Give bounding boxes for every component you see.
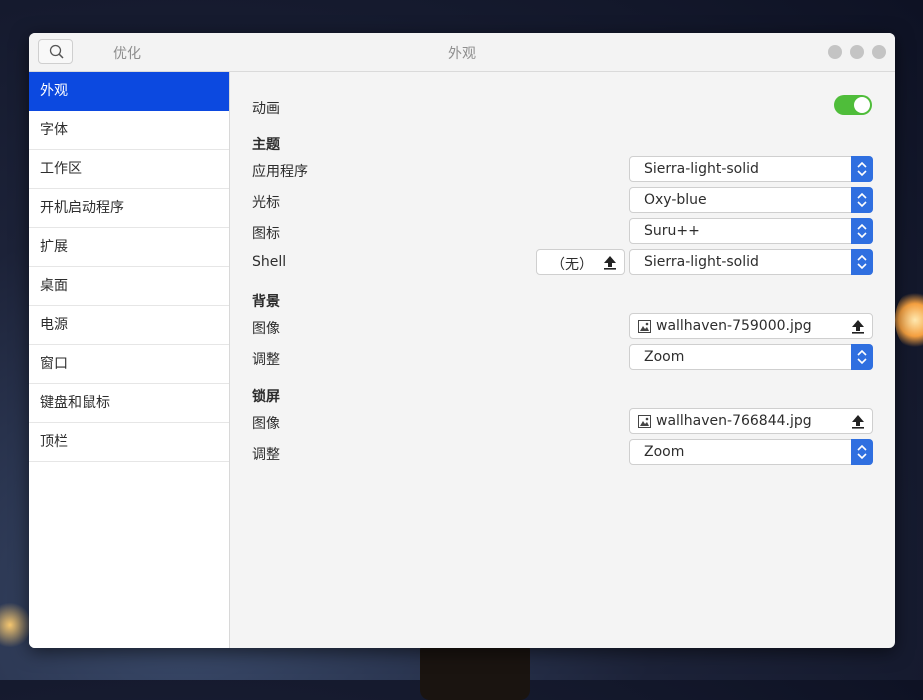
- lockscreen-adjust-select[interactable]: Zoom: [629, 439, 873, 465]
- animation-label: 动画: [252, 101, 280, 117]
- cursor-theme-select[interactable]: Oxy-blue: [629, 187, 873, 213]
- up-down-chevron-icon: [857, 254, 867, 270]
- shell-theme-select[interactable]: Sierra-light-solid: [629, 249, 873, 275]
- icons-theme-label: 图标: [252, 226, 280, 242]
- cursor-theme-value: Oxy-blue: [644, 192, 707, 208]
- window-title: 外观: [448, 46, 476, 62]
- appearance-panel: 动画 主题 应用程序 Sierra-light-solid 光标 Oxy-blu…: [230, 72, 895, 648]
- wallpaper-figure: [420, 640, 530, 700]
- shell-theme-file-button[interactable]: （无）: [536, 249, 625, 275]
- icons-theme-value: Suru++: [644, 223, 700, 239]
- lockscreen-image-value: wallhaven-766844.jpg: [656, 413, 812, 429]
- animation-toggle[interactable]: [834, 95, 872, 115]
- lockscreen-adjust-value: Zoom: [644, 444, 685, 460]
- select-arrows: [851, 156, 873, 182]
- toggle-knob: [854, 97, 870, 113]
- tweaks-window: 优化 外观 外观 字体 工作区 开机启动程序 扩展 桌面 电源 窗口 键盘和鼠标…: [29, 33, 895, 648]
- background-adjust-select[interactable]: Zoom: [629, 344, 873, 370]
- sidebar-item-startup-applications[interactable]: 开机启动程序: [29, 189, 229, 228]
- sidebar-item-keyboard-mouse[interactable]: 键盘和鼠标: [29, 384, 229, 423]
- sidebar-item-appearance[interactable]: 外观: [29, 72, 229, 111]
- upload-icon: [852, 320, 864, 334]
- background-adjust-value: Zoom: [644, 349, 685, 365]
- select-arrows: [851, 344, 873, 370]
- lockscreen-image-label: 图像: [252, 416, 280, 432]
- image-icon: [638, 415, 651, 428]
- cursor-theme-label: 光标: [252, 195, 280, 211]
- minimize-button[interactable]: [828, 45, 842, 59]
- sidebar-item-desktop[interactable]: 桌面: [29, 267, 229, 306]
- upload-icon: [852, 415, 864, 429]
- sidebar-item-windows[interactable]: 窗口: [29, 345, 229, 384]
- background-image-label: 图像: [252, 321, 280, 337]
- sidebar: 外观 字体 工作区 开机启动程序 扩展 桌面 电源 窗口 键盘和鼠标 顶栏: [29, 72, 230, 648]
- applications-theme-label: 应用程序: [252, 164, 308, 180]
- up-down-chevron-icon: [857, 192, 867, 208]
- background-adjust-label: 调整: [252, 352, 280, 368]
- sidebar-item-fonts[interactable]: 字体: [29, 111, 229, 150]
- applications-theme-value: Sierra-light-solid: [644, 161, 759, 177]
- shell-theme-label: Shell: [252, 254, 287, 270]
- select-arrows: [851, 249, 873, 275]
- theme-header: 主题: [252, 137, 280, 153]
- up-down-chevron-icon: [857, 444, 867, 460]
- sidebar-item-power[interactable]: 电源: [29, 306, 229, 345]
- close-button[interactable]: [872, 45, 886, 59]
- applications-theme-select[interactable]: Sierra-light-solid: [629, 156, 873, 182]
- background-header: 背景: [252, 294, 280, 310]
- select-arrows: [851, 439, 873, 465]
- up-down-chevron-icon: [857, 161, 867, 177]
- sidebar-item-top-bar[interactable]: 顶栏: [29, 423, 229, 462]
- upload-icon: [604, 256, 616, 270]
- background-image-value: wallhaven-759000.jpg: [656, 318, 812, 334]
- maximize-button[interactable]: [850, 45, 864, 59]
- lockscreen-header: 锁屏: [252, 389, 280, 405]
- select-arrows: [851, 218, 873, 244]
- image-icon: [638, 320, 651, 333]
- wallpaper-lantern: [895, 290, 923, 350]
- background-image-file-button[interactable]: wallhaven-759000.jpg: [629, 313, 873, 339]
- up-down-chevron-icon: [857, 349, 867, 365]
- select-arrows: [851, 187, 873, 213]
- titlebar: 优化 外观: [29, 33, 895, 72]
- sidebar-item-workspaces[interactable]: 工作区: [29, 150, 229, 189]
- lockscreen-image-file-button[interactable]: wallhaven-766844.jpg: [629, 408, 873, 434]
- sidebar-item-extensions[interactable]: 扩展: [29, 228, 229, 267]
- icons-theme-select[interactable]: Suru++: [629, 218, 873, 244]
- shell-theme-value: Sierra-light-solid: [644, 254, 759, 270]
- shell-file-value: （无）: [551, 257, 593, 273]
- up-down-chevron-icon: [857, 223, 867, 239]
- lockscreen-adjust-label: 调整: [252, 447, 280, 463]
- wallpaper-lantern: [0, 600, 30, 650]
